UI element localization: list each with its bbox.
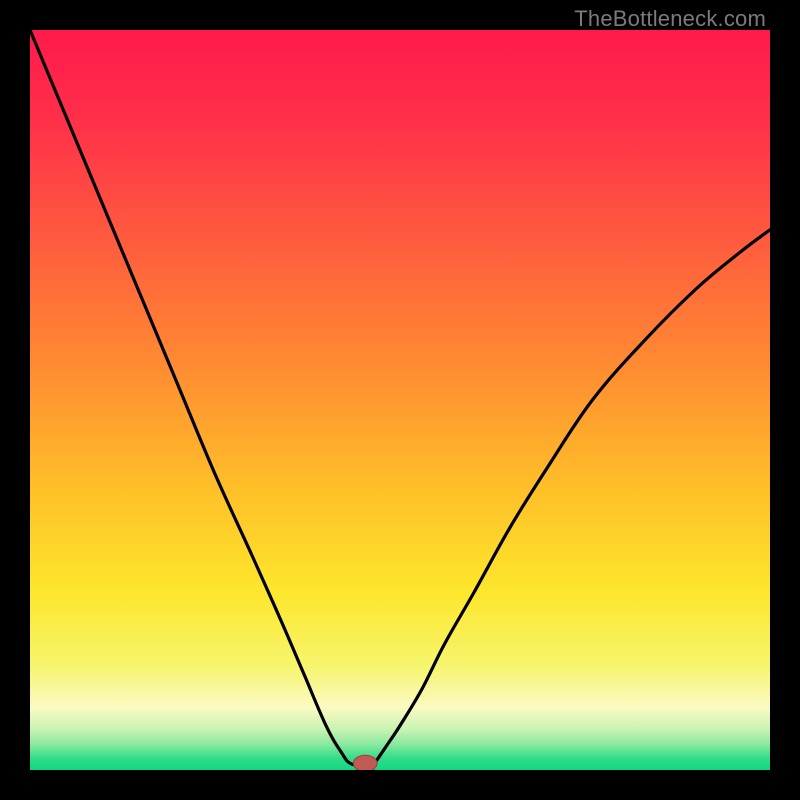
minimum-marker [353,755,377,770]
gradient-background [30,30,770,770]
watermark-text: TheBottleneck.com [574,6,766,32]
bottleneck-chart [30,30,770,770]
plot-area [30,30,770,770]
chart-frame: TheBottleneck.com [0,0,800,800]
